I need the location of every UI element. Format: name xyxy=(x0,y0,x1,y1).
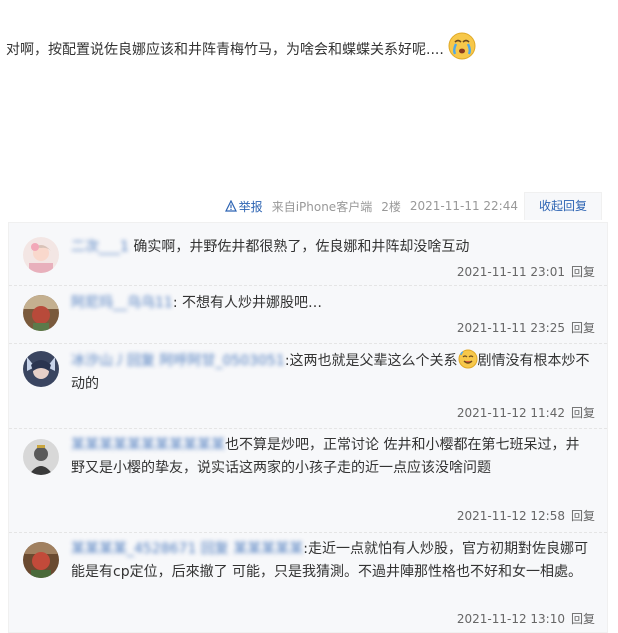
avatar[interactable] xyxy=(23,237,59,273)
smiling-face-icon xyxy=(458,349,478,369)
crying-face-icon xyxy=(448,32,476,60)
avatar[interactable] xyxy=(23,295,59,331)
post-text: 对啊，按配置说佐良娜应该和井阵青梅竹马，为啥会和蝶蝶关系好呢.... xyxy=(6,42,444,58)
reply-username[interactable]: 阿尼玛__乌乌11 xyxy=(71,295,173,311)
post-meta-bar: 举报 来自iPhone客户端 2楼 2021-11-11 22:44 收起回复 xyxy=(224,192,602,220)
reply-time: 2021-11-11 23:01 xyxy=(456,265,565,279)
collapse-replies-button[interactable]: 收起回复 xyxy=(523,192,602,220)
reply-text: : 不想有人炒井娜股吧… xyxy=(172,295,322,311)
reply-button[interactable]: 回复 xyxy=(571,321,595,335)
reply-button[interactable]: 回复 xyxy=(571,265,595,279)
report-label[interactable]: 举报 xyxy=(239,198,263,215)
reply-item: 冰汐山丿回复 阿呼阿甘_0503051:这两也就是父辈这么个关系 剧情没有根本炒… xyxy=(9,343,607,429)
reply-time: 2021-11-12 12:58 xyxy=(456,509,565,523)
reply-content: 某某某某某某某某某某某也不算是炒吧，正常讨论 佐井和小樱都在第七班呆过，井野又是… xyxy=(71,434,591,480)
reply-list: 二次___1 确实啊，井野佐井都很熟了，佐良娜和井阵却没啥互动 2021-11-… xyxy=(8,222,608,633)
reply-content: 二次___1 确实啊，井野佐井都很熟了，佐良娜和井阵却没啥互动 xyxy=(71,236,591,259)
reply-content: 冰汐山丿回复 阿呼阿甘_0503051:这两也就是父辈这么个关系 剧情没有根本炒… xyxy=(71,349,591,396)
reply-button[interactable]: 回复 xyxy=(571,406,595,420)
reply-text: 确实啊，井野佐井都很熟了，佐良娜和井阵却没啥互动 xyxy=(133,239,470,255)
post-time: 2021-11-11 22:44 xyxy=(409,199,518,213)
reply-button[interactable]: 回复 xyxy=(571,612,595,626)
reply-time: 2021-11-12 11:42 xyxy=(456,406,565,420)
post-source: 来自iPhone客户端 xyxy=(271,199,373,214)
reply-meta: 2021-11-11 23:01 回复 xyxy=(457,263,595,280)
avatar[interactable] xyxy=(23,351,59,387)
reply-item: 某某某某_4528671 回复 某某某某某:走近一点就怕有人炒股，官方初期對佐良… xyxy=(9,532,607,633)
reply-text: :这两也就是父辈这么个关系 xyxy=(284,353,458,369)
reply-time: 2021-11-11 23:25 xyxy=(456,321,565,335)
avatar[interactable] xyxy=(23,542,59,578)
reply-meta: 2021-11-11 23:25 回复 xyxy=(457,319,595,336)
report-link[interactable]: 举报 xyxy=(224,198,263,215)
reply-item: 阿尼玛__乌乌11: 不想有人炒井娜股吧… 2021-11-11 23:25 回复 xyxy=(9,285,607,344)
warning-icon xyxy=(224,200,237,212)
reply-content: 阿尼玛__乌乌11: 不想有人炒井娜股吧… xyxy=(71,292,591,315)
reply-button[interactable]: 回复 xyxy=(571,509,595,523)
reply-username[interactable]: 某某某某某某某某某某某 xyxy=(71,437,225,453)
reply-time: 2021-11-12 13:10 xyxy=(456,612,565,626)
reply-meta: 2021-11-12 13:10 回复 xyxy=(457,610,595,627)
reply-item: 二次___1 确实啊，井野佐井都很熟了，佐良娜和井阵却没啥互动 2021-11-… xyxy=(9,223,607,286)
reply-meta: 2021-11-12 11:42 回复 xyxy=(457,404,595,421)
floor-number: 2楼 xyxy=(381,199,401,214)
reply-username[interactable]: 冰汐山丿回复 阿呼阿甘_0503051 xyxy=(71,353,285,369)
reply-username[interactable]: 某某某某_4528671 回复 某某某某某 xyxy=(71,541,303,557)
avatar[interactable] xyxy=(23,439,59,475)
reply-meta: 2021-11-12 12:58 回复 xyxy=(457,507,595,524)
post-content: 对啊，按配置说佐良娜应该和井阵青梅竹马，为啥会和蝶蝶关系好呢.... xyxy=(6,32,476,61)
reply-content: 某某某某_4528671 回复 某某某某某:走近一点就怕有人炒股，官方初期對佐良… xyxy=(71,538,591,584)
reply-username[interactable]: 二次___1 xyxy=(71,239,129,255)
reply-item: 某某某某某某某某某某某也不算是炒吧，正常讨论 佐井和小樱都在第七班呆过，井野又是… xyxy=(9,428,607,533)
